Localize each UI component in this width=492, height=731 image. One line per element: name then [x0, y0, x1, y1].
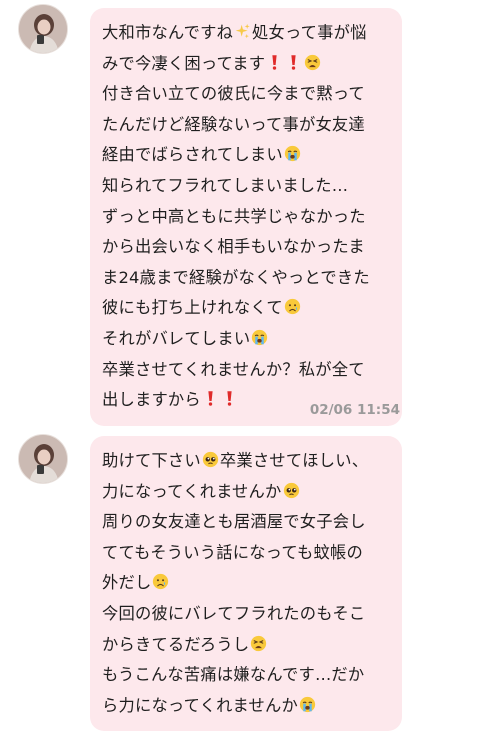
message-line: 経由でばらされてしまい	[102, 145, 283, 165]
message-line: 卒業させてほしい、	[219, 451, 369, 470]
exclamation-icon	[202, 390, 219, 407]
sparkles-icon	[234, 23, 251, 40]
weary-face-icon	[250, 635, 267, 652]
exclamation-icon	[266, 54, 283, 71]
avatar[interactable]	[18, 434, 68, 484]
sad-tear-face-icon	[152, 573, 169, 590]
message-group: 助けて下さい 卒業させてほしい、 力になってくれませんか 周りの女友達とも居酒屋で…	[0, 430, 492, 731]
avatar-photo	[19, 5, 67, 53]
message-line: 外だし	[102, 573, 152, 593]
message-line: から出会いなく相手もいなかったま	[102, 237, 365, 257]
message-line: 周りの女友達とも居酒屋で女子会し	[102, 512, 366, 532]
message-bubble: 助けて下さい 卒業させてほしい、 力になってくれませんか 周りの女友達とも居酒屋で…	[90, 436, 402, 731]
message-line: 処女って事が悩	[252, 23, 367, 42]
message-line: 知られてフラれてしまいました…	[102, 175, 349, 195]
pleading-face-icon	[202, 451, 219, 468]
message-line: 彼にも打ち上けれなくて	[102, 298, 283, 318]
message-group: 大和市なんですね 処女って事が悩 みで今凄く困ってます 付き合い立ての彼氏に今まで…	[0, 0, 492, 430]
exclamation-icon	[285, 54, 302, 71]
message-line: ら力になってくれませんか	[102, 695, 298, 715]
weary-face-icon	[304, 54, 321, 71]
message-line: たんだけど経験ないって事が女友達	[102, 114, 365, 134]
message-line: 付き合い立ての彼氏に今まで黙って	[102, 84, 365, 104]
message-line: もうこんな苦痛は嫌なんです…だか	[102, 665, 365, 685]
message-line: 卒業させてくれませんか？私が全て	[102, 359, 365, 379]
message-text: 助けて下さい 卒業させてほしい、 力になってくれませんか 周りの女友達とも居酒屋で…	[102, 446, 390, 721]
exclamation-icon	[221, 390, 238, 407]
message-line: 助けて下さい	[102, 451, 201, 470]
crying-face-icon	[299, 696, 316, 713]
message-line: 今回の彼にバレてフラれたのもそこ	[102, 603, 366, 623]
message-line: ててもそういう話になっても蚊帳の	[102, 542, 363, 562]
pleading-face-icon	[283, 482, 300, 499]
message-line: 出しますから	[102, 390, 201, 410]
message-line: からきてるだろうし	[102, 634, 250, 654]
message-text: 大和市なんですね 処女って事が悩 みで今凄く困ってます 付き合い立ての彼氏に今まで…	[102, 18, 390, 416]
crying-face-icon	[284, 145, 301, 162]
message-timestamp: 02/06 11:54	[309, 402, 400, 418]
avatar-photo	[19, 435, 67, 483]
message-line: ずっと中高ともに共学じゃなかった	[102, 206, 366, 226]
sad-tear-face-icon	[284, 298, 301, 315]
message-line: 力になってくれませんか	[102, 481, 282, 501]
crying-face-icon	[251, 329, 268, 346]
avatar[interactable]	[18, 4, 68, 54]
message-line: 大和市なんですね	[102, 23, 234, 42]
message-line: みで今凄く困ってます	[102, 53, 266, 73]
message-line: それがバレてしまい	[102, 328, 251, 348]
message-line: ま24歳まで経験がなくやっとできた	[102, 267, 370, 287]
message-bubble: 大和市なんですね 処女って事が悩 みで今凄く困ってます 付き合い立ての彼氏に今まで…	[90, 8, 402, 426]
